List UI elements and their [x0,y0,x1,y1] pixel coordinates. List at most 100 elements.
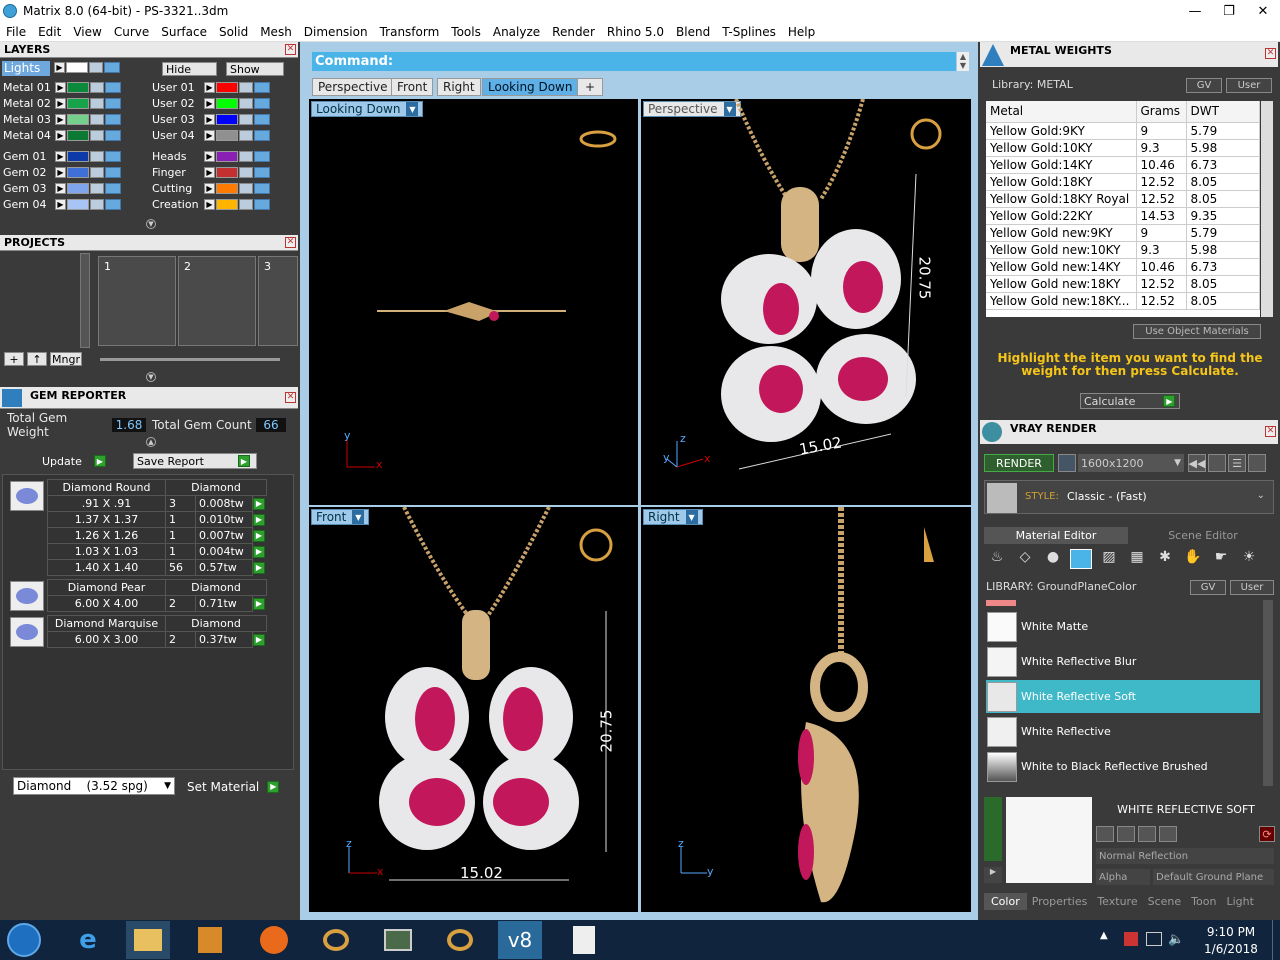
layer-row[interactable]: Metal 03 ▶ [3,112,121,127]
minimize-button[interactable]: — [1178,0,1212,22]
tab-add[interactable]: + [577,78,603,96]
layer-row[interactable]: Metal 02 ▶ [3,96,121,111]
alpha-toggle[interactable]: Alpha [1096,869,1150,885]
tab-properties[interactable]: Properties [1027,893,1093,910]
layer-lock-icon[interactable] [239,183,253,194]
layer-expand-icon[interactable]: ▶ [204,82,215,93]
layer-visible-icon[interactable] [254,98,270,109]
menu-rhino[interactable]: Rhino 5.0 [601,25,670,39]
preview-next-icon[interactable]: ▶ [984,867,1002,883]
menu-curve[interactable]: Curve [108,25,155,39]
col-dwt-header[interactable]: DWT [1186,101,1260,123]
gem-row[interactable]: 6.00 X 3.00 2 0.37tw ▶ [47,631,267,648]
layer-expand-icon[interactable]: ▶ [204,183,215,194]
layer-expand-icon[interactable]: ▶ [55,183,66,194]
firefox-icon[interactable] [252,921,296,959]
menu-edit[interactable]: Edit [32,25,67,39]
layer-row[interactable]: User 01 ▶ [152,80,270,95]
hide-toggle[interactable]: Hide [162,62,217,76]
layer-color-swatch[interactable] [67,130,89,141]
metal-row[interactable]: Yellow Gold new:18KY... 12.52 8.05 [986,292,1260,310]
menu-view[interactable]: View [67,25,107,39]
layer-row[interactable]: Gem 01 ▶ [3,149,121,164]
layer-expand-icon[interactable]: ▶ [204,199,215,210]
metal-row[interactable]: Yellow Gold new:9KY 9 5.79 [986,224,1260,242]
layer-lock-icon[interactable] [239,98,253,109]
project-slot-3[interactable]: 3 [258,256,298,346]
layer-color-swatch[interactable] [67,183,89,194]
viewport-right[interactable]: Right ▼ z y [641,507,971,912]
layer-visible-icon[interactable] [105,82,121,93]
layer-lock-icon[interactable] [90,183,104,194]
close-button[interactable]: ✕ [1246,0,1280,22]
preview-expand-icon[interactable] [984,797,1002,861]
gem-row-action[interactable]: ▶ [253,632,267,648]
resolution-select[interactable]: 1600x1200 ▼ [1078,454,1184,472]
layer-row[interactable]: Finger ▶ [152,165,270,180]
sphere-icon[interactable]: ● [1042,549,1064,569]
metal-row[interactable]: Yellow Gold:18KY 12.52 8.05 [986,173,1260,191]
flame-icon[interactable]: ♨ [986,549,1008,569]
document-icon[interactable] [562,921,606,959]
use-object-materials-toggle[interactable]: Use Object Materials [1133,324,1261,339]
reflection-select[interactable]: Normal Reflection [1096,848,1274,864]
maximize-button[interactable]: ❐ [1212,0,1246,22]
light-bulb-icon[interactable]: ☀ [1238,549,1260,569]
layer-row[interactable]: Gem 04 ▶ [3,197,121,212]
layer-visible-icon[interactable] [105,183,121,194]
layer-row[interactable]: User 02 ▶ [152,96,270,111]
layer-visible-icon[interactable] [254,183,270,194]
layer-visible-icon[interactable] [105,199,121,210]
layer-lock-icon[interactable] [90,114,104,125]
layer-visible-icon[interactable] [105,167,121,178]
menu-help[interactable]: Help [782,25,821,39]
save-report-button[interactable]: Save Report ▶ [133,453,257,469]
layer-lock-icon[interactable] [90,151,104,162]
save-material-icon[interactable] [1096,826,1114,842]
layer-row[interactable]: Metal 04 ▶ [3,128,121,143]
layer-expand-icon[interactable]: ▶ [55,167,66,178]
metal-row[interactable]: Yellow Gold:18KY Royal 12.52 8.05 [986,190,1260,208]
layer-row[interactable]: Creation ▶ [152,197,270,212]
rewind-icon[interactable]: ◀◀ [1188,454,1206,472]
file-explorer-icon[interactable] [126,921,170,959]
layer-visible-icon[interactable] [254,82,270,93]
layer-color-swatch[interactable] [216,199,238,210]
layer-expand-icon[interactable]: ▶ [204,130,215,141]
tab-right[interactable]: Right [437,78,481,96]
metal-row[interactable]: Yellow Gold:9KY 9 5.79 [986,122,1260,140]
menu-dimension[interactable]: Dimension [298,25,374,39]
tab-material-editor[interactable]: Material Editor [984,527,1128,544]
ground-plane-icon[interactable] [1070,549,1092,569]
layer-color-swatch[interactable] [216,98,238,109]
material-item[interactable]: White Reflective [986,715,1260,748]
hand-icon[interactable]: ✋ [1182,549,1204,569]
network-icon[interactable] [1146,932,1162,946]
layer-visible-icon[interactable] [254,130,270,141]
menu-tools[interactable]: Tools [445,25,487,39]
action-center-icon[interactable] [1124,932,1138,946]
metal-row[interactable]: Yellow Gold:22KY 14.53 9.35 [986,207,1260,225]
matrix-ring-icon[interactable] [314,921,358,959]
metal-row[interactable]: Yellow Gold new:10KY 9.3 5.98 [986,241,1260,259]
gem-row-action[interactable]: ▶ [253,596,267,612]
viewport-perspective[interactable]: Perspective ▼ 20.75 15.02 z y x [641,99,971,505]
menu-surface[interactable]: Surface [155,25,213,39]
gem-row[interactable]: 1.26 X 1.26 1 0.007tw ▶ [47,527,267,544]
layer-expand-icon[interactable]: ▶ [55,98,66,109]
layer-visible-icon[interactable] [105,98,121,109]
list-icon[interactable]: ☰ [1228,454,1246,472]
ground-plane-select[interactable]: Default Ground Plane [1153,869,1274,885]
viewport-front[interactable]: Front ▼ 20.75 15.02 z x [309,507,638,912]
viewport-looking-down[interactable]: Looking Down ▼ y x [309,99,638,505]
show-hidden-icons[interactable]: ▲ [1100,930,1108,941]
material-item[interactable]: White Matte [986,610,1260,643]
menu-render[interactable]: Render [546,25,601,39]
layer-expand-icon[interactable]: ▶ [204,151,215,162]
update-button[interactable]: Update ▶ [42,453,110,469]
volume-icon[interactable]: 🔈 [1168,932,1184,947]
gem-row[interactable]: 1.40 X 1.40 56 0.57tw ▶ [47,559,267,576]
layer-expand-icon[interactable]: ▶ [55,82,66,93]
command-bar[interactable]: Command: [312,52,956,71]
media-player-icon[interactable] [188,921,232,959]
